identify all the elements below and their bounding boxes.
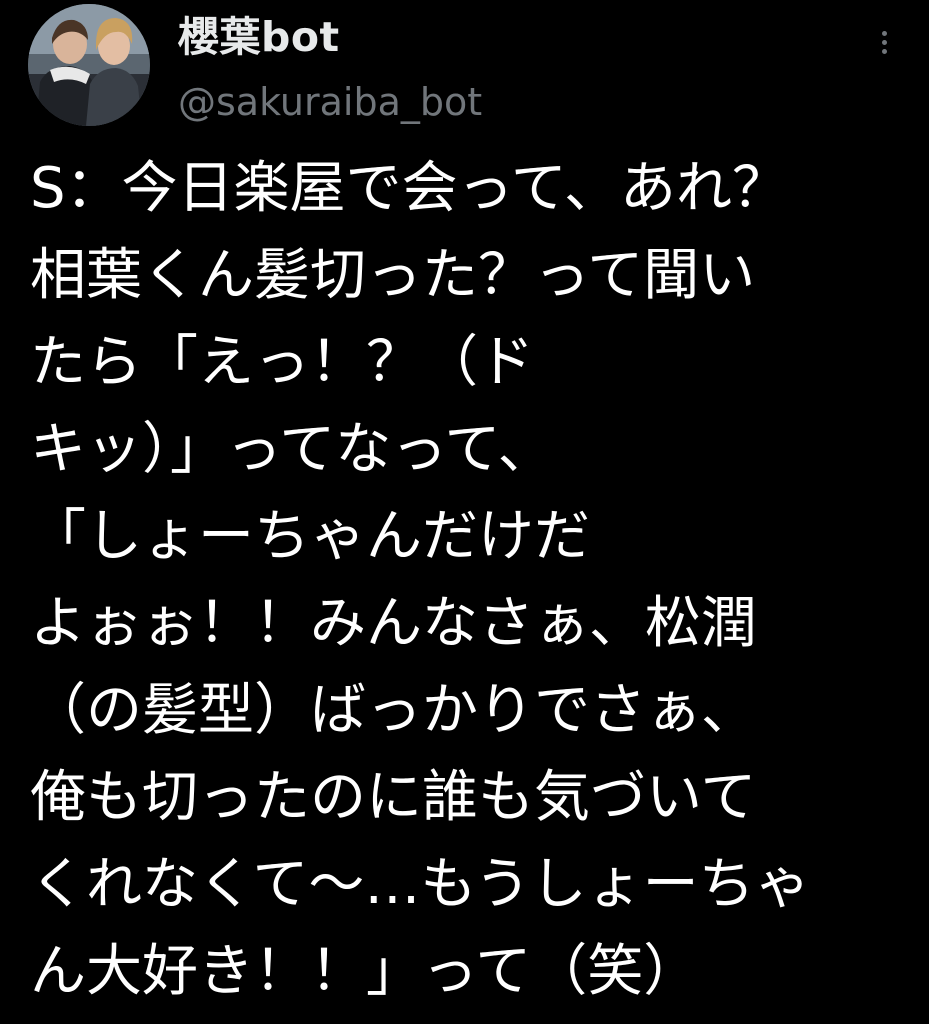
more-vertical-icon (881, 30, 887, 36)
more-options-button[interactable] (866, 24, 902, 60)
profile-photo-icon (28, 4, 150, 126)
tweet-text-line: 「しょーちゃんだけだ (30, 504, 590, 569)
more-vertical-icon (881, 39, 887, 45)
avatar[interactable] (28, 4, 150, 126)
more-vertical-icon (881, 48, 887, 54)
tweet-text-line: 俺も切ったのに誰も気づいて (30, 765, 757, 830)
tweet-text-line: 相葉くん髪切った？って聞い (30, 243, 756, 308)
user-handle[interactable]: @sakuraiba_bot (178, 78, 482, 126)
tweet: 櫻葉bot @sakuraiba_bot S：今日楽屋で会って、あれ？ 相葉くん… (0, 0, 929, 1024)
tweet-text-line: S：今日楽屋で会って、あれ？ (30, 156, 788, 221)
tweet-text-line: （の髪型）ばっかりでさぁ、 (30, 678, 757, 743)
tweet-text: S：今日楽屋で会って、あれ？ 相葉くん髪切った？って聞い たら「えっ！？（ド キ… (30, 145, 910, 1015)
tweet-text-line: キッ）」ってなって、 (30, 417, 554, 482)
tweet-text-line: くれなくて〜…もうしょーちゃ (30, 852, 811, 917)
tweet-text-line: たら「えっ！？（ド (30, 330, 534, 395)
tweet-text-line: ん大好き！！」って（笑） (30, 939, 700, 1004)
tweet-text-line: よぉぉ！！みんなさぁ、松潤 (30, 591, 757, 656)
display-name[interactable]: 櫻葉bot (178, 12, 340, 62)
